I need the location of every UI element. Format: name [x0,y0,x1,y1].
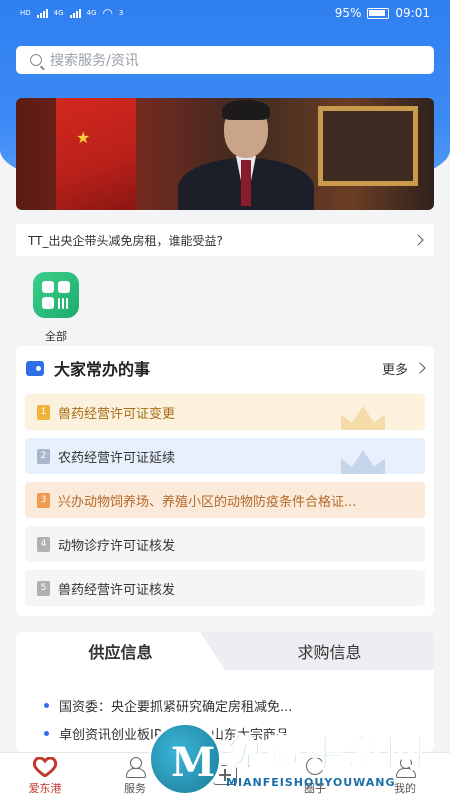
task-label: 兴办动物饲养场、养殖小区的动物防疫条件合格证... [58,494,357,510]
rank-badge: 1 [37,404,50,420]
rank-badge: 5 [37,580,50,596]
info-tab-bar: 供应信息 求购信息 [16,632,434,670]
grid-icon [33,272,79,318]
rank-badge: 4 [37,536,50,552]
more-label: 更多 [381,362,408,378]
signal-icon-2 [69,8,81,18]
nav-home[interactable]: 爱东港 [0,753,90,800]
person-image [176,98,316,210]
chevron-right-icon [414,362,426,374]
task-label: 动物诊疗许可证核发 [58,538,176,554]
tab-purchase[interactable]: 求购信息 [225,632,434,670]
network-label-2: 4G [86,9,97,17]
task-label: 兽药经营许可证核发 [58,582,176,598]
news-ticker-text: TT_出央企带头减免房租，谁能受益? [28,233,223,248]
more-button[interactable]: 更多 [381,359,426,378]
chevron-right-icon [412,234,424,246]
watermark-logo-icon: M [148,722,222,796]
signal-indicators: HD 4G 4G ◠ 3 [20,6,123,20]
wifi-icon: ◠ [102,6,113,20]
nav-home-label: 爱东港 [28,782,62,795]
watermark-logo-letter: M [171,739,216,786]
banner-image[interactable]: ★ [16,98,434,210]
hd-label: HD [20,9,31,17]
status-right: 95% 09:01 [335,6,430,20]
task-item[interactable]: 2 农药经营许可证延续 [25,438,425,474]
bullet-icon [44,703,49,708]
rank-badge: 3 [37,492,50,508]
crown-icon [341,450,385,474]
task-label: 农药经营许可证延续 [58,450,176,466]
task-item[interactable]: 3 兴办动物饲养场、养殖小区的动物防疫条件合格证... [25,482,425,518]
all-services-button[interactable]: 全部 [32,272,80,344]
status-bar: HD 4G 4G ◠ 3 95% 09:01 [0,0,450,26]
common-tasks-card: 大家常办的事 更多 1 兽药经营许可证变更 2 农药经营许可证延续 3 兴办动物… [16,346,434,616]
common-tasks-title: 大家常办的事 [26,356,150,380]
network-label: 4G [53,9,64,17]
search-placeholder: 搜索服务/资讯 [50,53,139,69]
crown-icon [341,406,385,430]
clock: 09:01 [395,6,430,20]
wallet-icon [26,360,44,376]
watermark-title: 免费手游网 [225,730,427,776]
task-label: 兽药经营许可证变更 [58,406,176,422]
search-input[interactable]: 搜索服务/资讯 [16,46,434,74]
battery-icon [367,7,390,19]
common-tasks-title-text: 大家常办的事 [54,360,151,379]
info-list-item[interactable]: 国资委：央企要抓紧研究确定房租减免... [44,696,292,715]
watermark-overlay: M 免费手游网 MIANFEISHOUYOUWANG [140,718,450,800]
search-icon [30,54,42,66]
battery-percent: 95% [334,6,362,20]
signal-icon [36,8,48,18]
bullet-icon [44,731,49,736]
task-item[interactable]: 1 兽药经营许可证变更 [25,394,425,430]
heart-icon [33,757,57,777]
painting-frame [318,106,418,186]
news-ticker[interactable]: TT_出央企带头减免房租，谁能受益? [16,224,434,256]
task-item[interactable]: 4 动物诊疗许可证核发 [25,526,425,562]
all-services-label: 全部 [45,330,67,343]
watermark-subtitle: MIANFEISHOUYOUWANG [226,776,396,789]
info-item-text: 国资委：央企要抓紧研究确定房租减免... [59,700,293,715]
common-tasks-header: 大家常办的事 更多 [26,356,426,380]
task-item[interactable]: 5 兽药经营许可证核发 [25,570,425,606]
rank-badge: 2 [37,448,50,464]
flag-image: ★ [56,98,136,210]
tab-supply[interactable]: 供应信息 [16,632,225,670]
wifi-superscript: 3 [118,9,124,17]
